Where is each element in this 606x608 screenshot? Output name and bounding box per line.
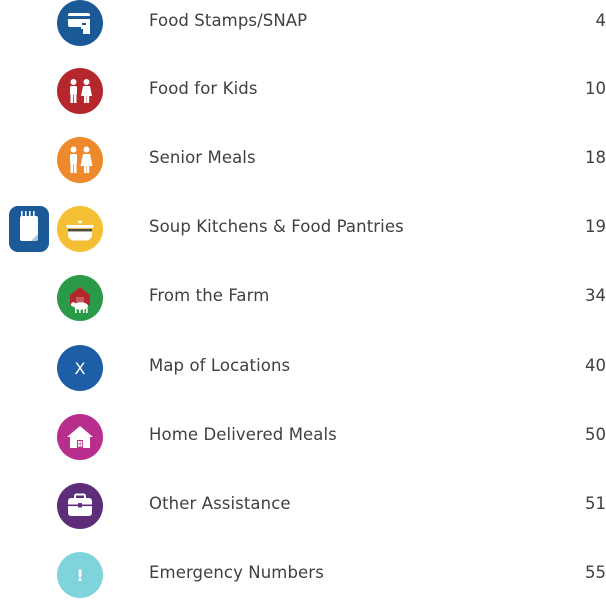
toc-page-number: 55 xyxy=(585,563,606,582)
toc-label: Food Stamps/SNAP xyxy=(149,11,308,30)
toc-item-emergency-numbers[interactable]: ! Emergency Numbers 55 xyxy=(0,552,606,598)
toc-label: Food for Kids xyxy=(149,79,258,98)
toc-label: Other Assistance xyxy=(149,494,291,513)
soup-pot-icon xyxy=(57,206,103,252)
toc-page-number: 50 xyxy=(585,425,606,444)
toc-item-home-delivered-meals[interactable]: Home Delivered Meals 50 xyxy=(0,414,606,460)
map-x-glyph: X xyxy=(75,359,86,378)
toc-page-number: 34 xyxy=(585,286,606,305)
toc-page-number: 51 xyxy=(585,494,606,513)
toc-item-food-for-kids[interactable]: Food for Kids 10 xyxy=(0,68,606,114)
map-x-icon: X xyxy=(57,345,103,391)
toc-label: Home Delivered Meals xyxy=(149,425,337,444)
farm-cow-icon xyxy=(57,275,103,321)
snap-card-icon xyxy=(57,0,103,46)
toc-page-number: 19 xyxy=(585,217,606,236)
toc-item-food-stamps[interactable]: Food Stamps/SNAP 4 xyxy=(0,0,606,46)
toc-page-number: 18 xyxy=(585,148,606,167)
seniors-icon xyxy=(57,137,103,183)
toc-label: Senior Meals xyxy=(149,148,256,167)
toc-label: Map of Locations xyxy=(149,356,291,375)
exclamation-glyph: ! xyxy=(76,566,83,585)
table-of-contents: Food Stamps/SNAP 4 Food for Kids 10 Seni… xyxy=(0,0,606,608)
toc-label: Soup Kitchens & Food Pantries xyxy=(149,217,404,236)
toc-item-other-assistance[interactable]: Other Assistance 51 xyxy=(0,483,606,529)
kids-icon xyxy=(57,68,103,114)
toc-page-number: 40 xyxy=(585,356,606,375)
toc-label: Emergency Numbers xyxy=(149,563,324,582)
briefcase-icon xyxy=(57,483,103,529)
toc-page-number: 10 xyxy=(585,79,606,98)
toc-page-number: 4 xyxy=(595,11,606,30)
toc-label: From the Farm xyxy=(149,286,270,305)
toc-item-soup-kitchens[interactable]: Soup Kitchens & Food Pantries 19 xyxy=(0,206,606,252)
notepad-icon xyxy=(6,206,52,252)
toc-item-map-of-locations[interactable]: X Map of Locations 40 xyxy=(0,345,606,391)
house-icon xyxy=(57,414,103,460)
toc-item-from-the-farm[interactable]: From the Farm 34 xyxy=(0,275,606,321)
toc-item-senior-meals[interactable]: Senior Meals 18 xyxy=(0,137,606,183)
exclamation-icon: ! xyxy=(57,552,103,598)
